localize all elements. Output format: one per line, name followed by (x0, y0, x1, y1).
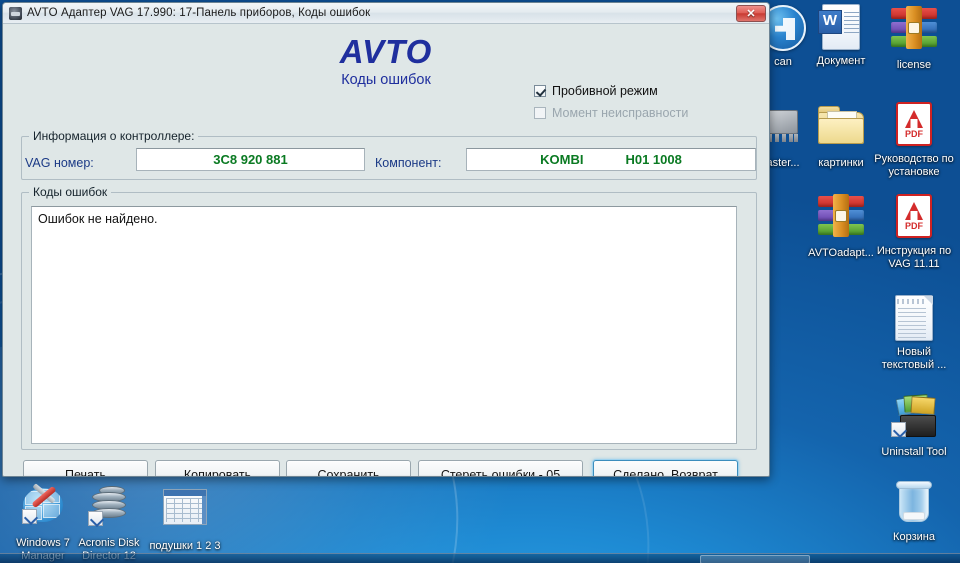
desktop-icon-license[interactable]: license (871, 4, 957, 72)
save-button[interactable]: Сохранить (286, 460, 411, 476)
taskbar[interactable] (0, 553, 960, 563)
desktop-icon-uninstall-tool[interactable]: Uninstall Tool (871, 392, 957, 459)
desktop-icon-label: Инструкция по VAG 11.11 (876, 245, 952, 270)
erase-errors-button[interactable]: Стереть ошибки - 05 (418, 460, 583, 476)
winrar-archive-icon (890, 6, 938, 56)
fault-codes-title: Коды ошибок (29, 185, 112, 199)
recycle-bin-icon (890, 480, 938, 528)
desktop-icon-label: Руководство по установке (874, 153, 954, 178)
spreadsheet-icon (161, 489, 209, 537)
desktop-icon-podushki[interactable]: подушки 1 2 3 (142, 483, 228, 553)
desktop-icon-instrukciya[interactable]: PDF Инструкция по VAG 11.11 (871, 192, 957, 270)
component-field[interactable]: KOMBI H01 1008 (466, 148, 756, 171)
component-version: H01 1008 (625, 152, 682, 167)
desktop-icon-acronis-disk-director[interactable]: Acronis Disk Director 12 (66, 483, 152, 562)
winrar-archive-icon (817, 194, 865, 244)
print-button[interactable]: Печать (23, 460, 148, 476)
window-title: AVTO Адаптер VAG 17.990: 17-Панель прибо… (27, 7, 371, 19)
close-icon[interactable]: ✕ (736, 5, 766, 22)
options-group: Пробивной режим Момент неисправности (534, 80, 688, 124)
acronis-disk-icon (85, 486, 133, 534)
word-document-icon (817, 4, 865, 52)
desktop-icon-novyi-tekstovyi[interactable]: Новый текстовый ... (871, 295, 957, 371)
desktop-icon-label: license (896, 59, 932, 71)
text-file-icon (890, 295, 938, 343)
component-value: KOMBI (540, 152, 584, 167)
avto-adapter-window[interactable]: AVTO Адаптер VAG 17.990: 17-Панель прибо… (2, 2, 770, 477)
vag-number-value: 3C8 920 881 (213, 152, 288, 167)
desktop-icon-label: подушки 1 2 3 (149, 540, 221, 552)
component-label: Компонент: (375, 156, 442, 170)
adapter-icon (9, 6, 22, 20)
window-titlebar[interactable]: AVTO Адаптер VAG 17.990: 17-Панель прибо… (3, 3, 769, 24)
pdf-icon: PDF (890, 102, 938, 150)
windows7-manager-icon (19, 483, 67, 534)
vag-number-field[interactable]: 3C8 920 881 (136, 148, 365, 171)
uninstall-tool-icon (890, 394, 938, 443)
desktop-icon-label: Корзина (893, 531, 935, 543)
button-bar: Печать Копировать Сохранить Стереть ошиб… (3, 460, 769, 476)
window-client-area: AVTO Коды ошибок Пробивной режим Момент … (3, 24, 769, 476)
controller-info-title: Информация о контроллере: (29, 129, 199, 143)
checkbox-checked-icon[interactable] (534, 85, 546, 97)
vag-number-label: VAG номер: (25, 156, 94, 170)
checkbox-label: Пробивной режим (552, 84, 658, 98)
desktop-icon-label: Новый текстовый ... (881, 346, 947, 371)
desktop-icon-label: Uninstall Tool (881, 446, 947, 458)
taskbar-button[interactable] (700, 555, 810, 563)
copy-button[interactable]: Копировать (155, 460, 280, 476)
checkbox-moment-neispravnosti: Момент неисправности (534, 102, 688, 124)
checkbox-probivnoy-rezhim[interactable]: Пробивной режим (534, 80, 688, 102)
checkbox-label: Момент неисправности (552, 106, 689, 120)
pdf-icon: PDF (890, 194, 938, 242)
brand-name: AVTO (339, 33, 433, 70)
folder-icon (817, 106, 865, 154)
desktop-icon-korzina[interactable]: Корзина (871, 478, 957, 544)
done-return-button[interactable]: Сделано, Возврат (593, 460, 738, 476)
desktop-icon-rukovodstvo[interactable]: PDF Руководство по установке (871, 100, 957, 178)
fault-codes-textarea[interactable]: Ошибок не найдено. (31, 206, 737, 444)
checkbox-unchecked-icon (534, 107, 546, 119)
